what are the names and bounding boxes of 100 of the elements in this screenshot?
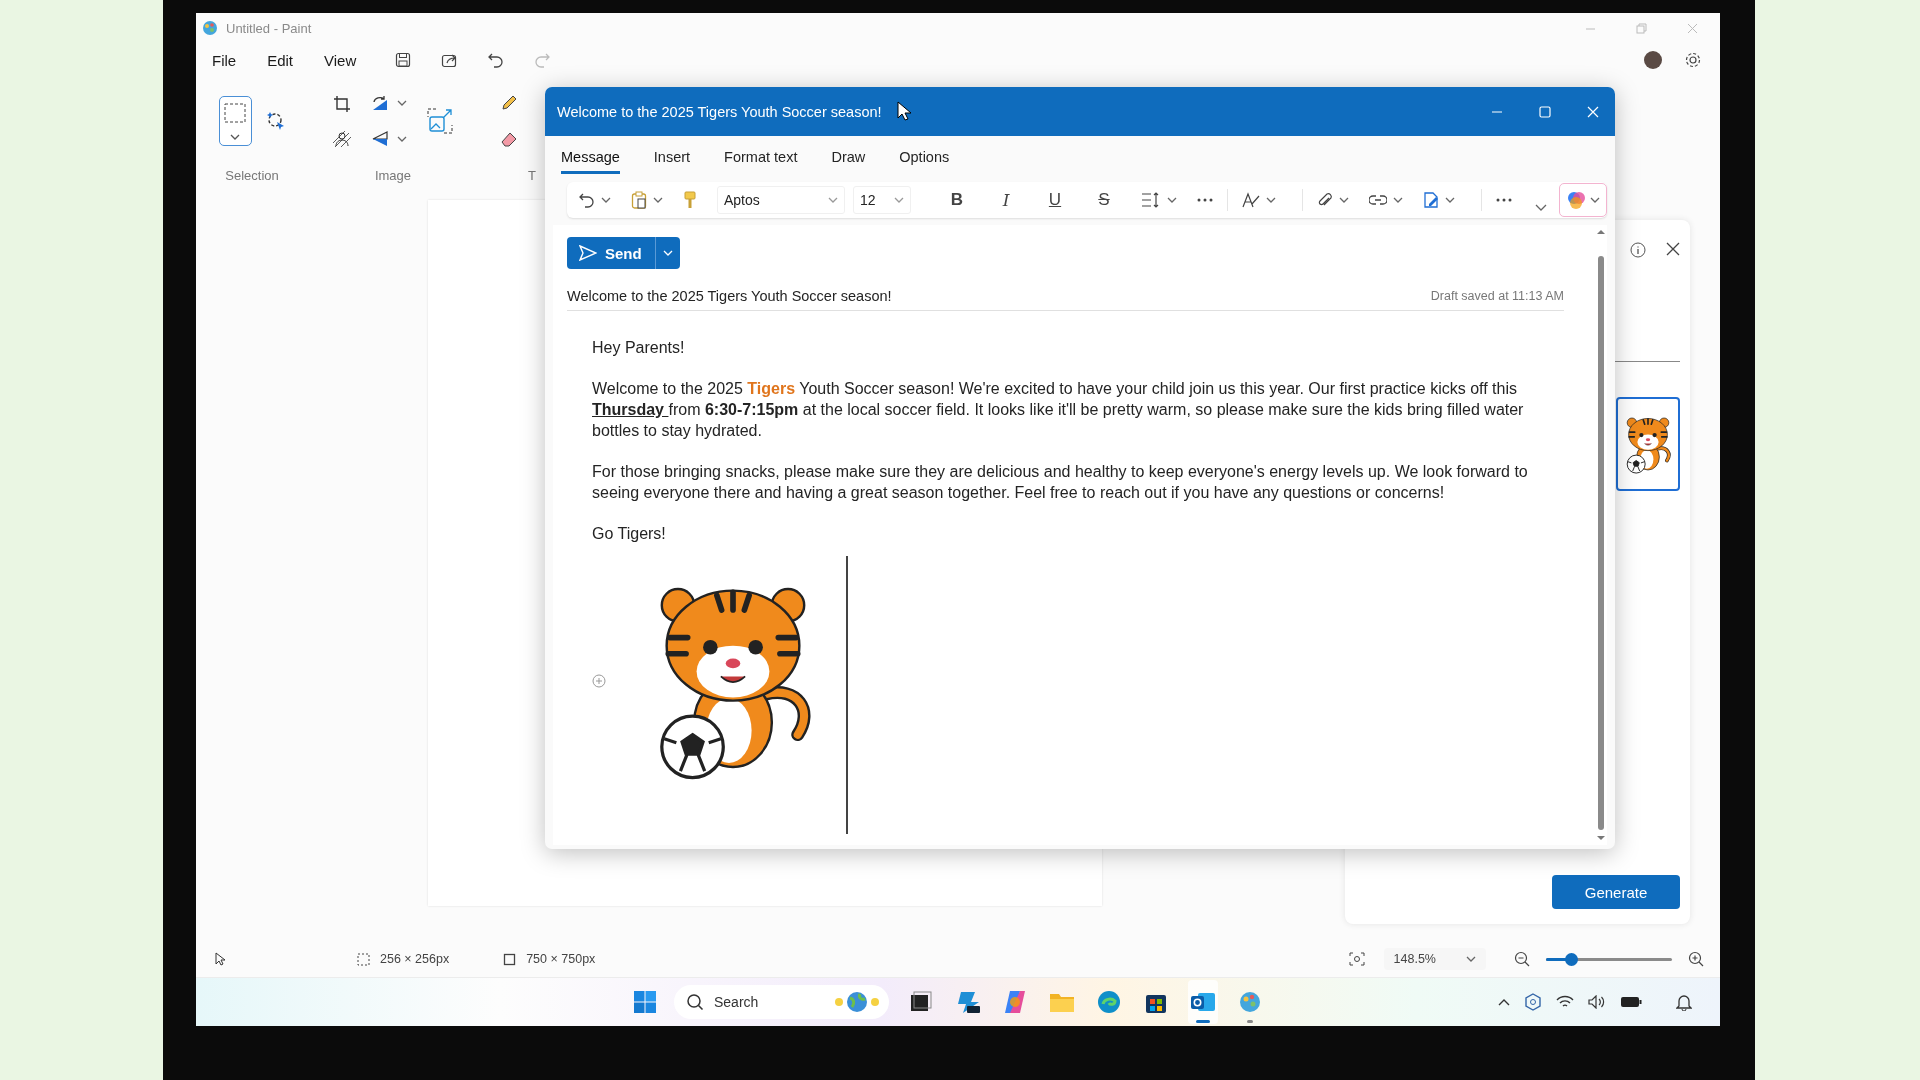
zoom-dropdown[interactable]: 148.5%	[1383, 948, 1486, 970]
draft-status: Draft saved at 11:13 AM	[1430, 289, 1564, 303]
line-spacing-icon[interactable]	[1141, 192, 1161, 208]
slider-thumb[interactable]	[1565, 952, 1579, 966]
mouse-cursor-icon	[897, 101, 911, 121]
scroll-down-icon[interactable]	[1597, 836, 1605, 841]
group-label: Selection	[225, 167, 279, 185]
search-field[interactable]: Search	[674, 985, 889, 1019]
battery-icon[interactable]	[1620, 996, 1642, 1008]
window-title: Untitled - Paint	[226, 20, 312, 36]
signature-icon[interactable]	[1423, 192, 1439, 208]
menu-item[interactable]: View	[324, 51, 357, 69]
settings-icon[interactable]	[1684, 51, 1702, 69]
remove-background-icon[interactable]	[333, 131, 351, 147]
pencil-icon[interactable]	[500, 94, 518, 112]
copilot-pre-icon[interactable]	[955, 989, 981, 1015]
canvas-size-icon	[503, 952, 517, 966]
lasso-select-icon[interactable]	[265, 111, 286, 131]
copilot-button[interactable]	[1559, 183, 1607, 217]
app-indicator	[1196, 1020, 1210, 1023]
scroll-up-icon[interactable]	[1597, 229, 1605, 234]
selection-size: 256 × 256px	[380, 952, 450, 966]
search-icon	[686, 993, 704, 1011]
chevron-down-icon[interactable]	[1266, 197, 1276, 203]
fit-to-window-icon[interactable]	[1348, 952, 1365, 966]
close-icon[interactable]	[1666, 242, 1680, 256]
start-icon[interactable]	[633, 990, 657, 1014]
paste-icon[interactable]	[631, 191, 647, 209]
underline-button[interactable]: U	[1043, 190, 1067, 210]
outlook-icon[interactable]	[1190, 990, 1216, 1014]
menu-item[interactable]: Edit	[267, 51, 294, 69]
strikethrough-button[interactable]: S	[1092, 190, 1116, 210]
share-icon[interactable]	[441, 52, 459, 68]
link-icon[interactable]	[1369, 194, 1387, 206]
font-dropdown[interactable]: Aptos	[717, 186, 845, 214]
maximize-icon[interactable]	[1539, 105, 1551, 118]
rectangle-select-button[interactable]	[218, 96, 252, 146]
chevron-down-icon[interactable]	[397, 136, 407, 142]
chevron-down-icon[interactable]	[1466, 956, 1476, 962]
chevron-down-icon[interactable]	[230, 134, 240, 140]
tiger-thumbnail[interactable]	[1616, 397, 1680, 491]
search-input[interactable]: Search	[712, 993, 826, 1011]
body-paragraph: Welcome to the 2025 Tigers Youth Soccer season! We're excited to have your child join us this year. Our first practice kicks off this Thursday from 6:30-7:15pm at the local soccer field. It looks like it'll be pretty warm, so please make sure the kids bring filled water bottles to stay hydrated.	[592, 379, 1525, 441]
info-icon[interactable]	[1630, 242, 1646, 258]
chevron-up-icon[interactable]	[1498, 998, 1510, 1006]
chevron-down-icon[interactable]	[1339, 197, 1349, 203]
ribbon-tab[interactable]: Options	[899, 143, 950, 174]
wifi-icon[interactable]	[1556, 995, 1574, 1009]
selection-size-icon	[357, 952, 370, 966]
chevron-down-icon[interactable]	[1167, 197, 1177, 203]
generate-button[interactable]: Generate	[1552, 875, 1680, 909]
zoom-out-icon[interactable]	[1514, 951, 1530, 967]
body-paragraph: Hey Parents!	[592, 338, 686, 358]
zoom-in-icon[interactable]	[1688, 951, 1704, 967]
send-icon	[579, 245, 597, 261]
account-avatar[interactable]	[1644, 51, 1662, 69]
taskbar-app-button[interactable]	[1188, 980, 1218, 1024]
paint-icon[interactable]	[1238, 990, 1262, 1014]
edge-icon[interactable]	[1097, 990, 1121, 1014]
canvas-size: 750 × 750px	[526, 952, 596, 966]
notification-bell-icon[interactable]	[1676, 993, 1692, 1011]
send-button[interactable]: Send	[567, 237, 655, 269]
chevron-down-icon[interactable]	[1445, 197, 1455, 203]
italic-button[interactable]: I	[994, 190, 1018, 210]
crop-icon[interactable]	[333, 95, 351, 113]
more-icon[interactable]	[1197, 198, 1213, 202]
ribbon-tab[interactable]: Format text	[724, 143, 798, 174]
resize-image-icon[interactable]	[427, 108, 453, 134]
undo-icon[interactable]	[579, 192, 595, 208]
menu-item[interactable]: File	[212, 51, 237, 69]
editor-icon[interactable]	[1242, 192, 1260, 208]
chevron-down-icon[interactable]	[1590, 197, 1600, 203]
ribbon-tab[interactable]: Insert	[653, 143, 691, 174]
ribbon-tab[interactable]: Draw	[831, 143, 866, 174]
group-label: Image	[374, 167, 412, 185]
chevron-down-icon[interactable]	[653, 197, 663, 203]
scrollbar-thumb[interactable]	[1598, 256, 1604, 830]
chevron-down-icon[interactable]	[1393, 197, 1403, 203]
body-paragraph: For those bringing snacks, please make sure they are delicious and healthy to keep everyone's energy levels up. We look forward to seeing everyone there and having a great season together. Feel free to reach out if you have any questions or concerns!	[592, 462, 1529, 503]
paint-logo-icon	[202, 20, 218, 36]
subject-field[interactable]: Welcome to the 2025 Tigers Youth Soccer season!	[567, 288, 892, 304]
copilot-icon[interactable]	[1002, 989, 1028, 1015]
attach-icon[interactable]	[1317, 192, 1333, 208]
copilot-tray-icon[interactable]	[1524, 993, 1542, 1011]
globe-highlight-icon	[834, 990, 880, 1014]
rotate-icon[interactable]	[371, 94, 389, 112]
expand-ribbon-icon[interactable]	[1535, 204, 1547, 212]
taskview-icon[interactable]	[909, 990, 933, 1014]
chevron-down-icon[interactable]	[601, 197, 611, 203]
bold-button[interactable]: B	[945, 190, 969, 210]
body-paragraph: Go Tigers!	[592, 524, 667, 544]
font-size-dropdown[interactable]: 12	[853, 186, 911, 214]
undo-icon[interactable]	[488, 52, 505, 68]
volume-icon[interactable]	[1588, 995, 1606, 1009]
more-icon[interactable]	[1496, 198, 1512, 202]
ribbon-tab[interactable]: Message	[561, 143, 620, 174]
flip-icon[interactable]	[371, 130, 389, 148]
eraser-icon[interactable]	[500, 130, 518, 148]
chevron-down-icon[interactable]	[397, 100, 407, 106]
save-icon[interactable]	[395, 52, 412, 68]
